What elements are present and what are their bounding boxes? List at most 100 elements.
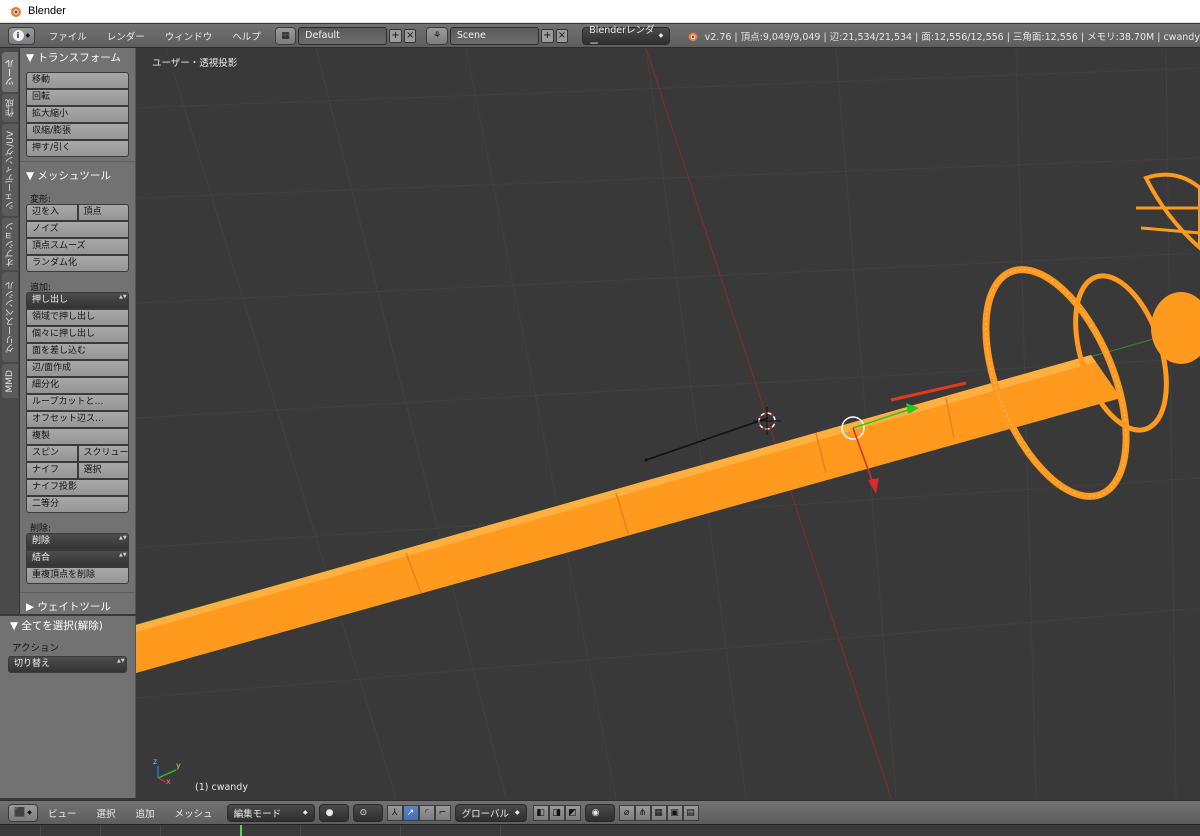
window-title: Blender — [28, 5, 66, 17]
pivot-dropdown[interactable]: ⊙ — [352, 803, 383, 822]
menu-help[interactable]: ヘルプ — [222, 29, 271, 43]
rotate-button[interactable]: 回転 — [26, 89, 129, 106]
rotate-manipulator-toggle[interactable]: ◜ — [418, 804, 435, 821]
subdivide-button[interactable]: 細分化 — [26, 377, 129, 394]
menu-add[interactable]: 追加 — [126, 806, 165, 820]
scale-icon: ⌐ — [438, 807, 447, 818]
panel-transform-header[interactable]: ▼ トランスフォーム — [20, 48, 135, 66]
face-select-toggle[interactable]: ◩ — [564, 804, 581, 821]
add-scene-button[interactable]: + — [541, 28, 554, 43]
axis-y-label: y — [176, 761, 181, 770]
tab-create[interactable]: 作成 — [2, 94, 18, 122]
scale-manipulator-toggle[interactable]: ⌐ — [434, 804, 451, 821]
shrink-fatten-button[interactable]: 収縮/膨張 — [26, 123, 129, 140]
render-preview-button[interactable]: ▣ — [666, 804, 683, 821]
tool-shelf: ▼ トランスフォーム 移動 回転 拡大縮小 収縮/膨張 押す/引く ▼ メッシュ… — [20, 48, 136, 614]
duplicate-button[interactable]: 複製 — [26, 428, 129, 445]
snap-toggle[interactable]: ⋔ — [634, 804, 651, 821]
render-engine-label: Blenderレンダー — [589, 24, 655, 50]
bisect-button[interactable]: 二等分 — [26, 496, 129, 513]
operator-panel: ▼ 全てを選択(解除) アクション 切り替え — [0, 616, 136, 798]
panel-mesh-tools-header[interactable]: ▼ メッシュツール — [20, 166, 135, 184]
merge-dropdown[interactable]: 結合 — [26, 550, 129, 567]
orientation-dropdown[interactable]: グローバル ◆ — [454, 803, 527, 822]
shading-dropdown[interactable]: ● — [318, 803, 349, 822]
current-frame-indicator[interactable] — [240, 825, 242, 836]
manipulator-toggle[interactable]: ⅄ — [386, 804, 403, 821]
inset-faces-button[interactable]: 面を差し込む — [26, 343, 129, 360]
translate-manipulator-toggle[interactable]: ↗ — [402, 804, 419, 821]
window-titlebar: Blender — [0, 0, 1200, 23]
chevron-updown-icon: ◆ — [25, 32, 31, 39]
tab-shading-uv[interactable]: シェーディング/UV — [2, 124, 18, 216]
proportional-edit-dropdown[interactable]: ◉ — [584, 803, 615, 822]
opengl-render-button[interactable]: ▤ — [682, 804, 699, 821]
operator-panel-header[interactable]: ▼ 全てを選択(解除) — [0, 616, 135, 634]
snap-element-dropdown[interactable]: ▦ — [650, 804, 667, 821]
film-icon: ▤ — [686, 807, 695, 818]
smooth-vertex-button[interactable]: 頂点スムーズ — [26, 238, 129, 255]
mode-dropdown[interactable]: 編集モード ◆ — [226, 803, 315, 822]
limit-icon: ⌀ — [623, 807, 630, 818]
randomize-button[interactable]: ランダム化 — [26, 255, 129, 272]
timeline-strip[interactable] — [0, 824, 1200, 836]
knife-select-button[interactable]: 選択 — [77, 462, 129, 479]
action-dropdown[interactable]: 切り替え — [8, 656, 127, 673]
spin-button[interactable]: スピン — [26, 445, 78, 462]
blender-logo-icon — [9, 7, 21, 17]
3d-viewport[interactable]: ユーザー・透視投影 (1) cwandy y x z — [136, 48, 1200, 798]
panel-weight-tools-header[interactable]: ▶ ウェイトツール — [20, 597, 135, 614]
remove-scene-button[interactable]: × — [555, 28, 569, 43]
menu-view[interactable]: ビュー — [38, 806, 87, 820]
chevron-updown-icon: ◆ — [514, 809, 520, 816]
grid-icon: ▦ — [654, 807, 663, 818]
offset-edge-button[interactable]: オフセット辺ス… — [26, 411, 129, 428]
tool-shelf-tabs: ツール 作成 シェーディング/UV オプション グリースペンシル MMD — [0, 48, 20, 614]
render-engine-dropdown[interactable]: Blenderレンダー ◆ — [582, 25, 671, 50]
remove-layout-button[interactable]: × — [403, 28, 417, 43]
make-edge-face-button[interactable]: 辺/面作成 — [26, 360, 129, 377]
floor-grid — [136, 48, 1200, 798]
add-label: 追加: — [30, 283, 52, 293]
edge-slide-button[interactable]: 辺を入 — [26, 204, 78, 221]
scene-selector-button[interactable]: ⚘ — [426, 26, 448, 45]
screw-button[interactable]: スクリュー — [77, 445, 129, 462]
menu-file[interactable]: ファイル — [39, 29, 97, 43]
info-icon: i — [12, 30, 24, 41]
tab-tools[interactable]: ツール — [2, 52, 18, 92]
noise-button[interactable]: ノイズ — [26, 221, 129, 238]
extrude-region-button[interactable]: 領域で押し出し — [26, 309, 129, 326]
scene-name-field[interactable]: Scene — [449, 26, 540, 45]
push-pull-button[interactable]: 押す/引く — [26, 140, 129, 157]
knife-project-button[interactable]: ナイフ投影 — [26, 479, 129, 496]
remove-doubles-button[interactable]: 重複頂点を削除 — [26, 567, 129, 584]
editor-type-button[interactable]: ⬛ ◆ — [8, 803, 38, 822]
delete-dropdown[interactable]: 削除 — [26, 533, 129, 550]
loop-cut-button[interactable]: ループカットと… — [26, 394, 129, 411]
tab-mmd[interactable]: MMD — [2, 364, 18, 398]
chevron-updown-icon: ◆ — [302, 809, 308, 816]
edge-select-toggle[interactable]: ◨ — [548, 804, 565, 821]
menu-render[interactable]: レンダー — [97, 29, 155, 43]
menu-window[interactable]: ウィンドウ — [155, 29, 223, 43]
tab-grease-pencil[interactable]: グリースペンシル — [2, 272, 18, 362]
edge-icon: ◨ — [552, 807, 561, 818]
tab-options[interactable]: オプション — [2, 218, 18, 270]
info-header: i ◆ ファイル レンダー ウィンドウ ヘルプ ▦ Default + × ⚘ … — [0, 24, 1200, 50]
rotate-icon: ◜ — [424, 807, 429, 818]
knife-button[interactable]: ナイフ — [26, 462, 78, 479]
orientation-label: グローバル — [461, 808, 509, 820]
limit-selection-toggle[interactable]: ⌀ — [618, 804, 635, 821]
menu-mesh[interactable]: メッシュ — [165, 806, 223, 820]
scale-button[interactable]: 拡大縮小 — [26, 106, 129, 123]
layout-name-field[interactable]: Default — [298, 26, 388, 45]
vertex-select-toggle[interactable]: ◧ — [532, 804, 549, 821]
add-layout-button[interactable]: + — [389, 28, 402, 43]
extrude-dropdown[interactable]: 押し出し — [26, 292, 129, 309]
vertex-slide-button[interactable]: 頂点 — [77, 204, 129, 221]
menu-select[interactable]: 選択 — [87, 806, 126, 820]
translate-button[interactable]: 移動 — [26, 72, 129, 89]
extrude-individual-button[interactable]: 個々に押し出し — [26, 326, 129, 343]
editor-type-button[interactable]: i ◆ — [8, 26, 35, 45]
screen-layout-button[interactable]: ▦ — [274, 26, 297, 45]
